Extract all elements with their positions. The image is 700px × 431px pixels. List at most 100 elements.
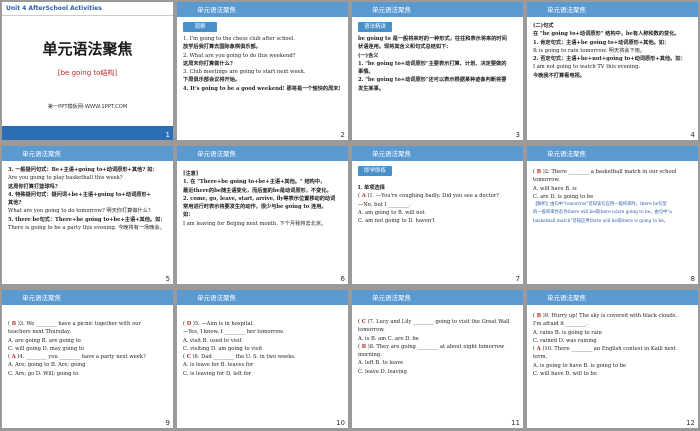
option-line: C. rained D. was raining (533, 337, 597, 344)
slide-number: 11 (511, 419, 520, 427)
option-line: C. will going D. may going to (8, 345, 85, 352)
section-tag: 语法精讲 (358, 22, 392, 32)
slide-header: 单元语法聚焦 (177, 290, 348, 305)
slide-number: 1 (165, 131, 170, 139)
slide-thumbnail-8[interactable]: 单元语法聚焦 ( B )2. There ________ a basketba… (527, 146, 698, 284)
slide-number: 9 (165, 419, 170, 427)
text-line: (二)句式 (533, 23, 554, 29)
slide-header: 单元语法聚焦 (527, 146, 698, 161)
slide-header-title: 单元语法聚焦 (547, 6, 586, 14)
text-line: 4. It's going to be a good weekend! 那将是一… (183, 85, 341, 92)
slide-header-title: 单元语法聚焦 (197, 150, 236, 158)
text-line: 事情。 (358, 69, 374, 76)
text-line: I am not going to watch TV this evening. (533, 64, 640, 71)
slide-footer: 第一PPT模板网-WWW.1PPT.COM (47, 104, 128, 110)
slide-header-title: 单元语法聚焦 (372, 6, 411, 14)
slide-header: 单元语法聚焦 (527, 290, 698, 305)
text-line: —Yes, I know. I ________ her tomorrow. (183, 329, 285, 336)
slide-header-title: 单元语法聚焦 (22, 150, 61, 158)
slide-body: (二)句式 在 "be going to+动词原形" 结构中，be有人称和数的变… (533, 22, 693, 80)
text-line: Ⅰ. 单项选择 (358, 185, 385, 191)
text-line: 1. "be going to+动词原形"主要表示打算、计划、决定要做的 (358, 60, 507, 67)
section-tag: 即学即练 (358, 166, 392, 176)
option-line: C. am not going to D. haven't (358, 218, 435, 225)
text-line: 1. 在 "There+be going to+be+主语+其他。" 结构中， (183, 179, 326, 186)
text-line: 这周你打算打篮球吗? (8, 183, 58, 190)
slide-body: 3. 一般疑问句式：Be+主语+going to+动词原形+其他? 如： Are… (8, 166, 168, 232)
slide-header-title: 单元语法聚焦 (547, 150, 586, 158)
slide-body: Ⅰ. 单项选择 ( A )1. —You're coughing badly. … (358, 184, 518, 225)
text-line: 如： (183, 212, 194, 219)
slide-header: 单元语法聚焦 (527, 2, 698, 17)
slide-thumbnail-3[interactable]: 单元语法聚焦 语法精讲 be going to 是一般将来时的一种形式，往往和表… (352, 2, 523, 140)
slide-thumbnail-10[interactable]: 单元语法聚焦 ( D )5. —Ann is in hospital. —Yes… (177, 290, 348, 428)
option-line: C. are D. is going to be (533, 193, 594, 200)
slide-thumbnail-9[interactable]: 单元语法聚焦 ( B )3. We ________ have a picnic… (2, 290, 173, 428)
text-line: I am leaving for Beijing next month. 下个月… (183, 220, 327, 227)
text-line: 2. come, go, leave, start, arrive, fly等表… (183, 195, 336, 202)
option-line: A. is leave for B. leaves for (183, 362, 254, 369)
slide-header: 单元语法聚焦 (352, 2, 523, 17)
text-line: 常用进行时表示将要发生的动作，很少与be going to 连用。 (183, 204, 327, 211)
slide-header-title: 单元语法聚焦 (22, 294, 61, 302)
text-line: term. (533, 354, 548, 361)
slide-thumbnail-7[interactable]: 单元语法聚焦 即学即练 Ⅰ. 单项选择 ( A )1. —You're coug… (352, 146, 523, 284)
text-line: 最近there的be随主语变化，而后面的be是动词原形，不变化。 (183, 187, 332, 194)
option-line: A. is B. am C. are D. be (358, 335, 419, 342)
slide-thumbnail-1[interactable]: Unit 4 AfterSchool Activities 单元语法聚焦 [be… (2, 2, 173, 140)
question-line: ( A )1. —You're coughing badly. Did you … (358, 193, 500, 200)
text-line: —No, but I ________. (358, 201, 411, 208)
text-line: 5. there be句式：There+be going to+be+主语+其他… (8, 216, 166, 223)
slide-thumbnail-6[interactable]: 单元语法聚焦 [注意] 1. 在 "There+be going to+be+主… (177, 146, 348, 284)
slide-body: be going to 是一般将来时的一种形式，往往和表示将来的时间 状语连用。… (358, 35, 518, 93)
slide-body: ( D )5. —Ann is in hospital. —Yes, I kno… (183, 320, 343, 378)
text-line: It is going to rain tomorrow. 明天将会下雨。 (533, 47, 646, 54)
slide-number: 6 (340, 275, 345, 283)
text-line: 2. "be going to+动词原形"还可以表示根据某种迹象判断将要 (358, 77, 507, 84)
slide-thumbnail-2[interactable]: 单元语法聚焦 观察 1. I'm going to the chess club… (177, 2, 348, 140)
slide-thumbnail-11[interactable]: 单元语法聚焦 ( C )7. Lucy and Lily ________ go… (352, 290, 523, 428)
slide-thumbnail-4[interactable]: 单元语法聚焦 (二)句式 在 "be going to+动词原形" 结构中，be… (527, 2, 698, 140)
text-line: 今晚我不打算看电视。 (533, 72, 585, 79)
slide-number: 4 (690, 131, 695, 139)
option-line: A. is going to have B. is going to be (533, 362, 627, 369)
option-line: C. leave D. leaving (358, 368, 407, 375)
slide-title: 单元语法聚焦 (42, 40, 133, 58)
option-line: A. left B. to leave (358, 360, 404, 367)
option-line: A. visit B. used to visit (183, 337, 242, 344)
bottom-band (2, 126, 173, 140)
slide-header-title: 单元语法聚焦 (197, 294, 236, 302)
text-line: There is going to be a party this evenin… (8, 225, 165, 232)
explanation-line: basketball match"可知应用there will be或there… (533, 218, 669, 224)
option-line: A. Are; going to B. Are; going (8, 362, 86, 369)
text-line: 发生某事。 (358, 85, 384, 92)
option-line: C. will have D. will to be (533, 371, 597, 378)
option-line: C. is leaving for D. left for (183, 370, 252, 377)
text-line: I'm afraid it ________. (533, 321, 589, 328)
text-line: morning. (358, 352, 382, 359)
text-line: [注意] (183, 171, 199, 177)
slide-header-title: 单元语法聚焦 (372, 294, 411, 302)
question-line: ( B )3. We ________ have a picnic togeth… (8, 321, 141, 327)
question-line: ( A )4. ________ you ________ have a par… (8, 354, 146, 361)
text-line: 状语连用。现将其含义和句式总结如下: (358, 44, 449, 51)
slide-body: ( B )2. There ________ a basketball matc… (533, 168, 693, 226)
explanation-line: 的一般将来时态为there will be或there is/are going… (533, 210, 672, 216)
text-line: 2. 否定句式：主语+be+not+going to+动词原形+其他。如： (533, 56, 686, 63)
slide-number: 5 (165, 275, 170, 283)
slide-number: 2 (340, 131, 345, 139)
slide-header: 单元语法聚焦 (2, 290, 173, 305)
question-line: ( B )2. There ________ a basketball matc… (533, 169, 677, 175)
option-line: C. visiting D. am going to visit (183, 345, 263, 352)
text-line: 放学后我打算去国际象棋俱乐部。 (183, 44, 261, 51)
slide-number: 7 (515, 275, 520, 283)
slide-number: 3 (515, 131, 520, 139)
slide-header: 单元语法聚焦 (177, 146, 348, 161)
explanation-line: 【解析】由句中"tomorrow"可知该句应用一般将来时。there be句型 (533, 202, 667, 208)
text-line: Are you going to play basketball this we… (8, 175, 123, 182)
slide-thumbnail-12[interactable]: 单元语法聚焦 ( B )9. Hurry up! The sky is cove… (527, 290, 698, 428)
text-line: be going to 是一般将来时的一种形式，往往和表示将来的时间 (358, 36, 507, 42)
text-line: (一)含义 (358, 52, 379, 59)
option-line: C. Are; go D. Will; going to (8, 370, 79, 377)
slide-thumbnail-5[interactable]: 单元语法聚焦 3. 一般疑问句式：Be+主语+going to+动词原形+其他?… (2, 146, 173, 284)
